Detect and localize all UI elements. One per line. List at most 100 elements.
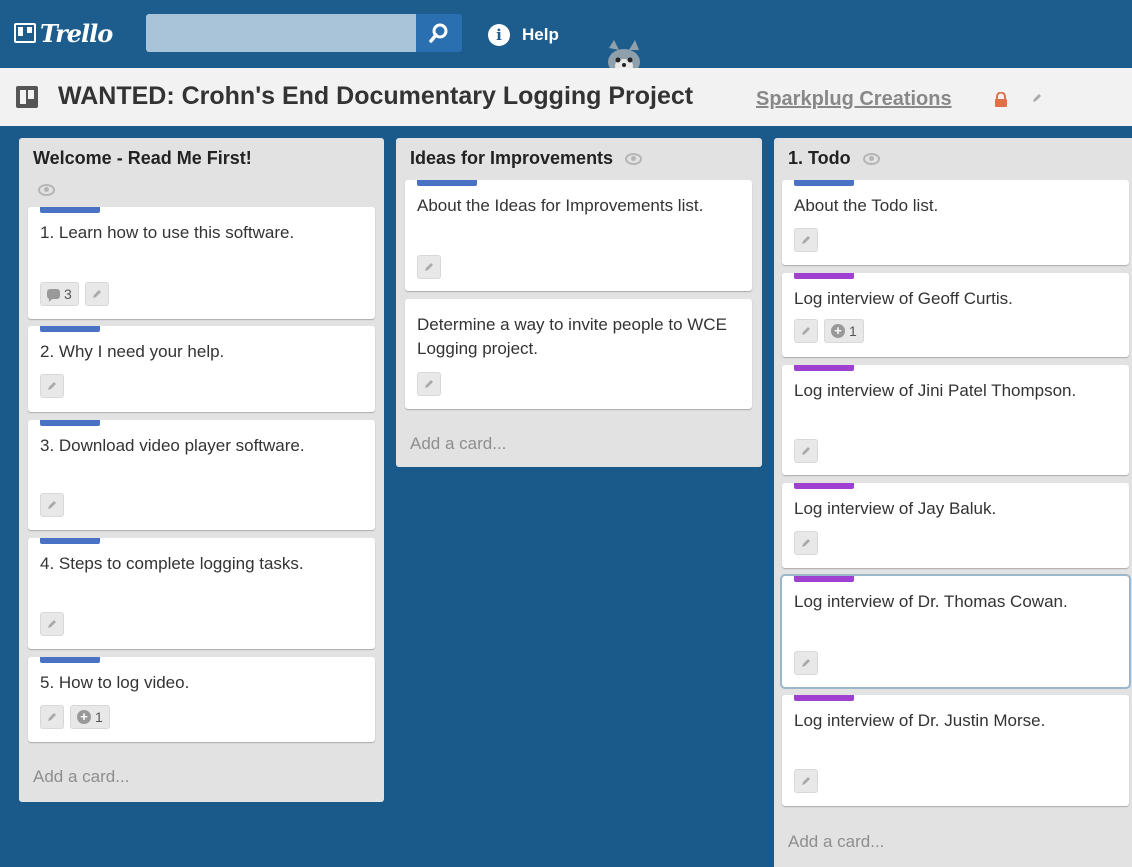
card[interactable]: Determine a way to invite people to WCE … xyxy=(405,299,752,409)
card[interactable]: 3. Download video player software. xyxy=(28,420,375,530)
card-badges: + 1 xyxy=(40,705,116,729)
edit-card-button[interactable] xyxy=(794,439,818,463)
list-todo: 1. Todo About the Todo list. Log intervi… xyxy=(774,138,1132,867)
edit-card-button[interactable] xyxy=(794,319,818,343)
pencil-icon xyxy=(802,327,810,335)
pencil-icon xyxy=(48,382,56,390)
card-label xyxy=(40,538,100,544)
card-badges xyxy=(794,439,824,463)
card-badges xyxy=(794,651,824,675)
vote-icon: + xyxy=(77,710,91,724)
edit-card-button[interactable] xyxy=(794,228,818,252)
list-ideas: Ideas for Improvements About the Ideas f… xyxy=(396,138,762,467)
watch-eye-icon[interactable] xyxy=(625,152,643,165)
card-badges xyxy=(794,228,824,252)
card-label xyxy=(40,326,100,332)
card-badges: + 1 xyxy=(794,319,870,343)
pencil-icon xyxy=(802,777,810,785)
edit-card-button[interactable] xyxy=(417,372,441,396)
card-badges xyxy=(794,531,824,555)
card[interactable]: Log interview of Dr. Thomas Cowan. xyxy=(780,574,1131,689)
card[interactable]: Log interview of Jini Patel Thompson. xyxy=(782,365,1129,475)
pencil-icon xyxy=(425,263,433,271)
add-card-link[interactable]: Add a card... xyxy=(788,832,884,852)
edit-board-icon[interactable] xyxy=(1032,93,1042,103)
list-title[interactable]: Ideas for Improvements xyxy=(410,148,643,169)
card-label xyxy=(794,273,854,279)
card-label xyxy=(40,657,100,663)
card-label xyxy=(794,695,854,701)
pencil-icon xyxy=(802,447,810,455)
edit-card-button[interactable] xyxy=(40,493,64,517)
edit-card-button[interactable] xyxy=(417,255,441,279)
card-title: 2. Why I need your help. xyxy=(40,342,225,361)
search-icon xyxy=(429,23,448,43)
vote-icon: + xyxy=(831,324,845,338)
search-button[interactable] xyxy=(416,14,462,52)
card-label xyxy=(794,483,854,489)
help-button[interactable]: i Help xyxy=(488,24,559,46)
edit-card-button[interactable] xyxy=(794,769,818,793)
card[interactable]: 4. Steps to complete logging tasks. xyxy=(28,538,375,649)
board-header: WANTED: Crohn's End Documentary Logging … xyxy=(0,68,1132,126)
edit-card-button[interactable] xyxy=(794,531,818,555)
card-title: About the Todo list. xyxy=(794,196,939,215)
watch-eye-icon[interactable] xyxy=(862,152,880,165)
card-label xyxy=(794,576,854,582)
card[interactable]: About the Todo list. xyxy=(782,180,1129,265)
card-title: About the Ideas for Improvements list. xyxy=(417,196,704,215)
add-card-link[interactable]: Add a card... xyxy=(33,767,129,787)
card-badges xyxy=(417,372,447,396)
card-badges xyxy=(794,769,824,793)
card-badges: 3 xyxy=(40,282,115,306)
pencil-icon xyxy=(802,236,810,244)
lock-icon[interactable] xyxy=(994,92,1008,108)
board-icon xyxy=(14,23,36,43)
card[interactable]: 2. Why I need your help. xyxy=(28,326,375,412)
trello-logo[interactable]: Trello xyxy=(14,18,113,48)
card-title: Log interview of Dr. Justin Morse. xyxy=(794,711,1046,730)
card-badges xyxy=(40,612,70,636)
edit-card-button[interactable] xyxy=(40,374,64,398)
comment-icon xyxy=(47,289,60,302)
card-label xyxy=(794,180,854,186)
husky-mascot-icon xyxy=(603,40,645,70)
card-badges xyxy=(40,374,70,398)
card-badges xyxy=(40,493,70,517)
card[interactable]: Log interview of Geoff Curtis. + 1 xyxy=(782,273,1129,357)
logo-text: Trello xyxy=(40,18,113,48)
watch-eye-icon[interactable] xyxy=(38,184,55,196)
votes-badge: + 1 xyxy=(824,319,864,343)
pencil-icon xyxy=(48,713,56,721)
list-title[interactable]: 1. Todo xyxy=(788,148,880,169)
card[interactable]: Log interview of Jay Baluk. xyxy=(782,483,1129,568)
card-title: 5. How to log video. xyxy=(40,673,190,692)
card-title: 3. Download video player software. xyxy=(40,436,305,455)
card-label xyxy=(40,420,100,426)
info-icon: i xyxy=(488,24,510,46)
card-title: Determine a way to invite people to WCE … xyxy=(417,315,727,358)
card-title: Log interview of Jay Baluk. xyxy=(794,499,997,518)
organization-link[interactable]: Sparkplug Creations xyxy=(756,88,952,111)
pencil-icon xyxy=(425,380,433,388)
search-input[interactable] xyxy=(146,14,416,52)
edit-card-button[interactable] xyxy=(794,651,818,675)
card-title: Log interview of Dr. Thomas Cowan. xyxy=(794,592,1068,611)
add-card-link[interactable]: Add a card... xyxy=(410,434,506,454)
pencil-icon xyxy=(92,290,101,298)
card-title: 4. Steps to complete logging tasks. xyxy=(40,554,304,573)
card-title: 1. Learn how to use this software. xyxy=(40,223,295,242)
card-label xyxy=(794,365,854,371)
card-title: Log interview of Geoff Curtis. xyxy=(794,289,1013,308)
pencil-icon xyxy=(48,620,56,628)
edit-card-button[interactable] xyxy=(40,705,64,729)
board-title[interactable]: WANTED: Crohn's End Documentary Logging … xyxy=(58,82,693,111)
edit-card-button[interactable] xyxy=(84,282,109,306)
card[interactable]: 1. Learn how to use this software. 3 xyxy=(28,207,375,319)
card[interactable]: 5. How to log video. + 1 xyxy=(28,657,375,742)
list-title[interactable]: Welcome - Read Me First! xyxy=(33,148,252,169)
edit-card-button[interactable] xyxy=(40,612,64,636)
votes-badge: + 1 xyxy=(70,705,110,729)
card[interactable]: About the Ideas for Improvements list. xyxy=(405,180,752,291)
card[interactable]: Log interview of Dr. Justin Morse. xyxy=(782,695,1129,806)
